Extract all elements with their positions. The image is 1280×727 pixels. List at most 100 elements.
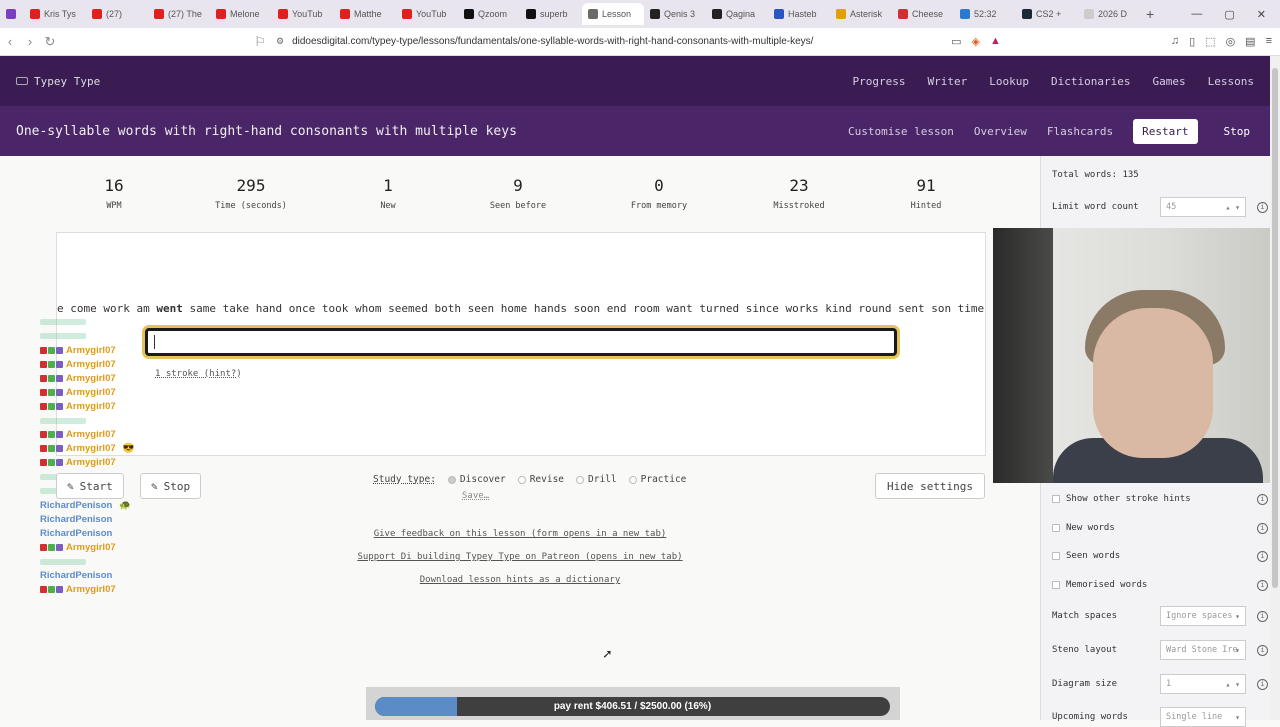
checkbox[interactable] (1052, 581, 1060, 589)
save-link[interactable]: Save… (462, 491, 489, 501)
info-icon[interactable]: i (1257, 610, 1268, 622)
new-tab-button[interactable]: + (1146, 6, 1154, 22)
nav-dictionaries[interactable]: Dictionaries (1051, 75, 1130, 88)
nav-lookup[interactable]: Lookup (989, 75, 1029, 88)
download-hints-link[interactable]: Download lesson hints as a dictionary (330, 575, 710, 585)
checkbox[interactable] (1052, 552, 1060, 560)
info-icon[interactable]: i (1257, 644, 1268, 656)
limit-word-count-input[interactable]: 45 ▴ ▾ (1160, 197, 1246, 217)
vpn-icon[interactable]: ◎ (1226, 35, 1236, 48)
browser-tab[interactable]: Hasteb (768, 3, 830, 25)
browser-tab[interactable]: Matthe (334, 3, 396, 25)
memorised-words-row[interactable]: Memorised words i (1052, 579, 1270, 591)
browser-tab[interactable]: 2026 D (1078, 3, 1140, 25)
chat-username[interactable]: Armygirl07 (66, 584, 116, 595)
shield-icon[interactable]: ◈ (971, 35, 979, 48)
study-revise-radio[interactable]: Revise (517, 474, 564, 485)
flashcards-link[interactable]: Flashcards (1047, 125, 1113, 138)
browser-tab[interactable]: superb (520, 3, 582, 25)
restart-button[interactable]: Restart (1133, 118, 1198, 144)
start-button[interactable]: ✎ Start (56, 473, 124, 499)
bookmark-icon[interactable]: ⚐ (250, 34, 270, 50)
browser-tab[interactable]: Melone (210, 3, 272, 25)
info-icon[interactable]: i (1257, 493, 1268, 505)
chat-username[interactable]: RichardPenison (40, 570, 112, 581)
chat-username[interactable]: Armygirl07 (66, 345, 116, 356)
minimize-icon[interactable]: — (1191, 8, 1202, 21)
browser-tab[interactable]: Qagina (706, 3, 768, 25)
browser-tab[interactable]: Lesson (582, 3, 644, 25)
study-discover-radio[interactable]: Discover (447, 474, 506, 485)
overview-link[interactable]: Overview (974, 125, 1027, 138)
study-practice-radio[interactable]: Practice (628, 474, 686, 485)
chat-username[interactable] (40, 319, 86, 326)
info-icon[interactable]: i (1257, 550, 1268, 562)
info-icon[interactable]: i (1257, 579, 1268, 591)
nav-writer[interactable]: Writer (928, 75, 968, 88)
chat-username[interactable]: Armygirl07 (66, 429, 116, 440)
nav-lessons[interactable]: Lessons (1208, 75, 1254, 88)
chat-username[interactable]: Armygirl07 (66, 387, 116, 398)
chat-username[interactable]: RichardPenison (40, 514, 112, 525)
stepper-icon[interactable]: ▴ ▾ (1226, 203, 1240, 212)
browser-tab[interactable]: 52:32 (954, 3, 1016, 25)
stop-lesson-button[interactable]: Stop (1218, 119, 1257, 144)
chat-username[interactable]: RichardPenison (40, 500, 112, 511)
nav-progress[interactable]: Progress (853, 75, 906, 88)
alert-icon[interactable]: ▲ (990, 35, 1001, 48)
stepper-icon[interactable]: ▴ ▾ (1226, 680, 1240, 689)
info-icon[interactable]: i (1257, 678, 1268, 690)
wallet-icon[interactable]: ▤ (1245, 35, 1255, 48)
sidebar-icon[interactable]: ▯ (1189, 35, 1195, 48)
chat-username[interactable] (40, 417, 86, 424)
site-logo[interactable]: Typey Type (16, 75, 100, 88)
browser-tab[interactable]: (27) The (148, 3, 210, 25)
url-field[interactable]: ⚙ didoesdigital.com/typey-type/lessons/f… (276, 36, 813, 47)
browser-tab[interactable] (0, 3, 24, 25)
match-spaces-select[interactable]: Ignore spaces ▾ (1160, 606, 1246, 626)
info-icon[interactable]: i (1257, 522, 1268, 534)
nav-games[interactable]: Games (1153, 75, 1186, 88)
browser-tab[interactable]: YouTub (396, 3, 458, 25)
diagram-size-input[interactable]: 1 ▴ ▾ (1160, 674, 1246, 694)
close-icon[interactable]: ✕ (1257, 8, 1266, 21)
browser-tab[interactable]: Qenis 3 (644, 3, 706, 25)
chat-username[interactable]: Armygirl07 (66, 401, 116, 412)
extensions-icon[interactable]: ⬚ (1205, 35, 1215, 48)
browser-tab[interactable]: Cheese (892, 3, 954, 25)
back-icon[interactable]: ‹ (0, 34, 20, 49)
browser-tab[interactable]: Qzoom (458, 3, 520, 25)
patreon-link[interactable]: Support Di building Typey Type on Patreo… (330, 552, 710, 562)
browser-tab[interactable]: Asterisk (830, 3, 892, 25)
stop-button[interactable]: ✎ Stop (140, 473, 202, 499)
translate-icon[interactable]: ▭ (951, 35, 961, 48)
new-words-row[interactable]: New words i (1052, 522, 1270, 534)
checkbox[interactable] (1052, 524, 1060, 532)
chat-username[interactable]: Armygirl07 (66, 359, 116, 370)
study-drill-radio[interactable]: Drill (576, 474, 617, 485)
music-icon[interactable]: ♫ (1171, 35, 1179, 48)
browser-tab[interactable]: (27) (86, 3, 148, 25)
maximize-icon[interactable]: ▢ (1224, 8, 1234, 21)
chat-username[interactable]: Armygirl07 (66, 443, 116, 454)
chat-username[interactable]: Armygirl07 (66, 373, 116, 384)
browser-tab[interactable]: CS2 + (1016, 3, 1078, 25)
chat-username[interactable]: Armygirl07 (66, 457, 116, 468)
menu-icon[interactable]: ≡ (1266, 35, 1272, 48)
forward-icon[interactable]: › (20, 34, 40, 49)
upcoming-words-select[interactable]: Single line ▾ (1160, 707, 1246, 727)
browser-tab[interactable]: YouTub (272, 3, 334, 25)
browser-tab[interactable]: Kris Tys (24, 3, 86, 25)
feedback-link[interactable]: Give feedback on this lesson (form opens… (330, 529, 710, 539)
scroll-thumb[interactable] (1272, 68, 1278, 588)
customise-lesson-link[interactable]: Customise lesson (848, 125, 954, 138)
site-info-icon[interactable]: ⚙ (276, 36, 284, 47)
info-icon[interactable]: i (1257, 201, 1268, 213)
seen-words-row[interactable]: Seen words i (1052, 550, 1270, 562)
chat-username[interactable]: Armygirl07 (66, 542, 116, 553)
chat-username[interactable] (40, 558, 86, 565)
page-scrollbar[interactable] (1270, 56, 1280, 720)
reload-icon[interactable]: ↻ (40, 34, 60, 50)
steno-layout-select[interactable]: Ward Stone Ire ▾ (1160, 640, 1246, 660)
chat-username[interactable] (40, 333, 86, 340)
